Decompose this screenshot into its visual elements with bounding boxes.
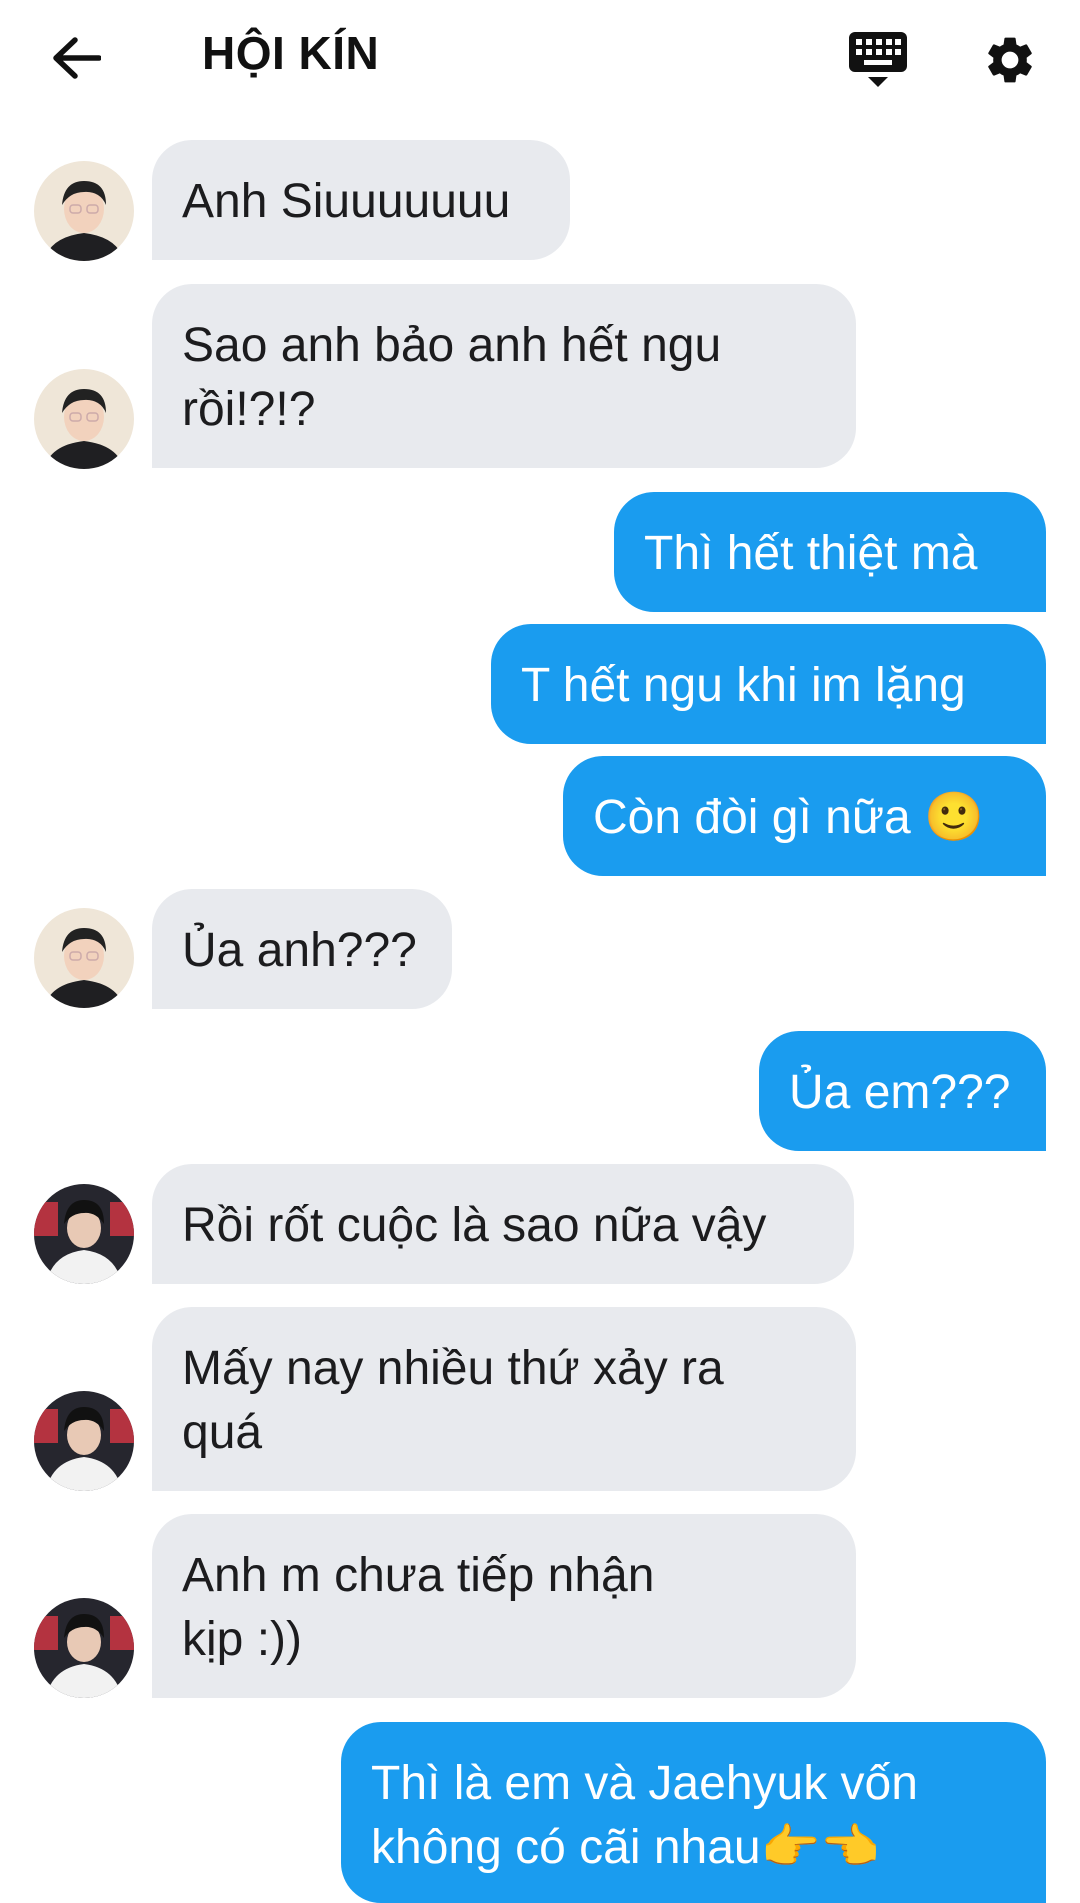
message-bubble-incoming[interactable]: Sao anh bảo anh hết ngu rồi!?!?: [152, 284, 856, 468]
gear-icon: [988, 37, 1032, 83]
message-bubble-incoming[interactable]: Anh m chưa tiếp nhận kịp :)): [152, 1514, 856, 1698]
avatar[interactable]: [34, 1391, 134, 1491]
message-bubble-outgoing[interactable]: Ủa em???: [759, 1031, 1046, 1151]
avatar[interactable]: [34, 369, 134, 469]
user-avatar-image: [34, 369, 134, 469]
user-avatar-image: [34, 1598, 134, 1698]
message-bubble-incoming[interactable]: Mấy nay nhiều thứ xảy ra quá: [152, 1307, 856, 1491]
avatar[interactable]: [34, 1598, 134, 1698]
user-avatar-image: [34, 1184, 134, 1284]
user-avatar-image: [34, 1391, 134, 1491]
avatar[interactable]: [34, 161, 134, 261]
back-button[interactable]: [44, 26, 108, 90]
message-bubble-outgoing[interactable]: Thì hết thiệt mà: [614, 492, 1046, 612]
avatar[interactable]: [34, 908, 134, 1008]
settings-button[interactable]: [978, 28, 1042, 92]
keyboard-icon: [849, 32, 907, 87]
chat-title: HỘI KÍN: [202, 27, 380, 79]
chat-header: HỘI KÍN: [0, 0, 1080, 112]
avatar[interactable]: [34, 1184, 134, 1284]
message-bubble-outgoing[interactable]: T hết ngu khi im lặng: [491, 624, 1046, 744]
message-bubble-incoming[interactable]: Anh Siuuuuuuu: [152, 140, 570, 260]
user-avatar-image: [34, 908, 134, 1008]
message-bubble-incoming[interactable]: Ủa anh???: [152, 889, 452, 1009]
arrow-left-icon: [53, 37, 101, 79]
keyboard-button[interactable]: [842, 28, 914, 92]
user-avatar-image: [34, 161, 134, 261]
message-bubble-outgoing[interactable]: Còn đòi gì nữa 🙂: [563, 756, 1046, 876]
message-bubble-incoming[interactable]: Rồi rốt cuộc là sao nữa vậy: [152, 1164, 854, 1284]
message-bubble-outgoing[interactable]: Thì là em và Jaehyuk vốn không có cãi nh…: [341, 1722, 1046, 1903]
